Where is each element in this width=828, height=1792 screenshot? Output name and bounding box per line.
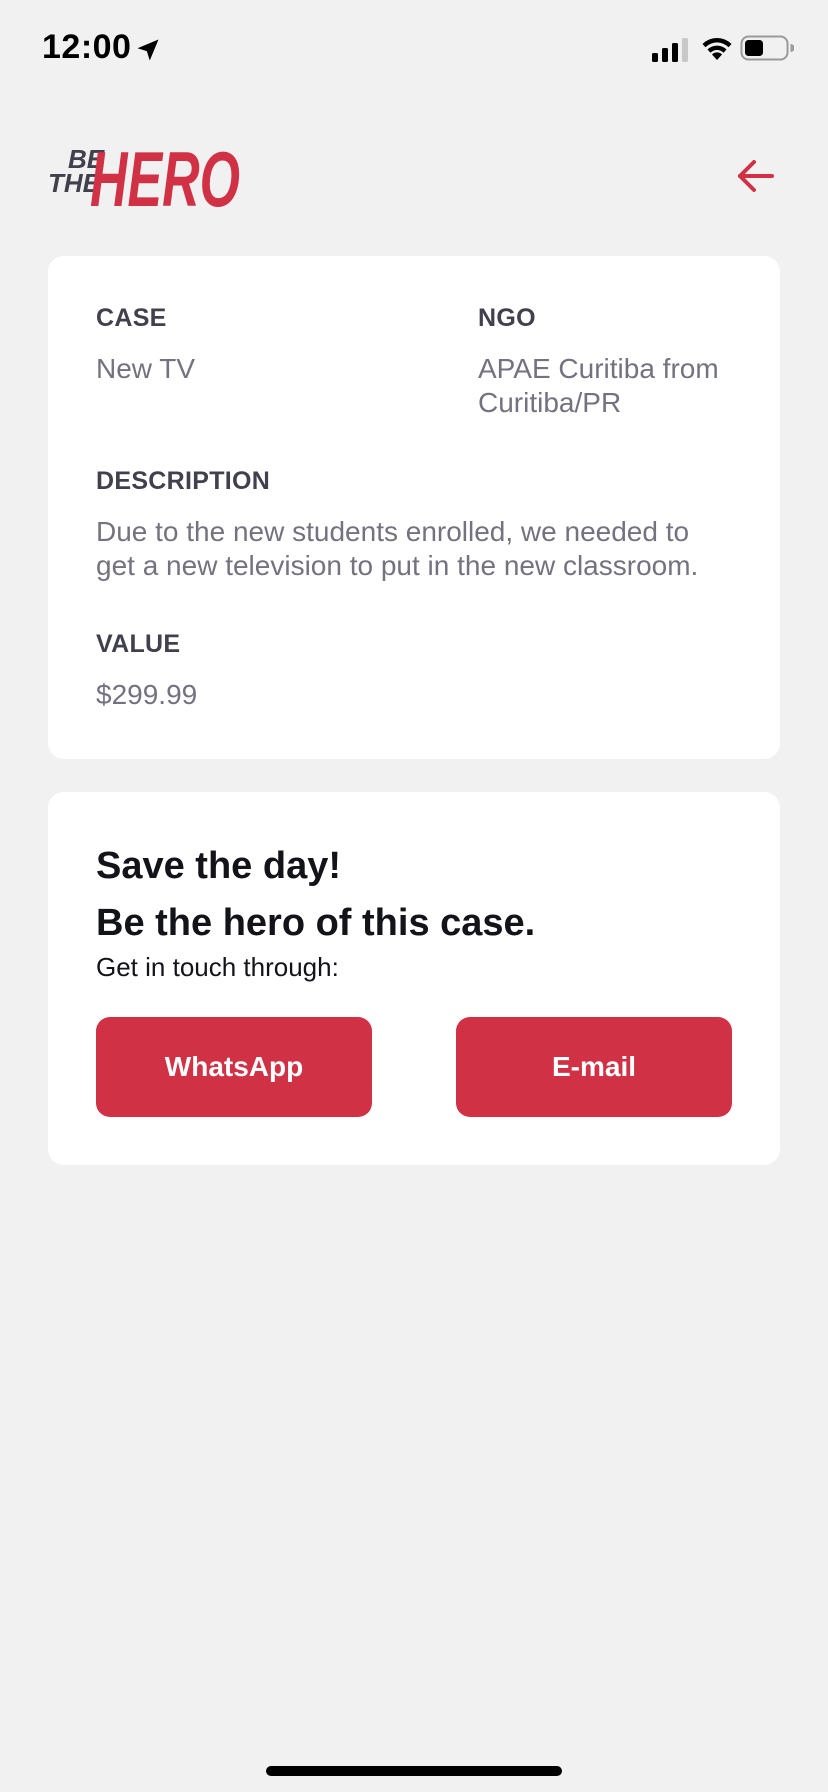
description-label: DESCRIPTION: [96, 467, 271, 495]
description-line1: Due to the new students enrolled, we nee…: [96, 516, 690, 547]
ngo-value-line2: Curitiba/PR: [478, 387, 622, 418]
status-bar: 12:00: [0, 0, 828, 100]
incident-card: CASE New TV NGO APAE Curitiba from Curit…: [48, 256, 780, 759]
description-line2: get a new television to put in the new c…: [96, 550, 699, 581]
contact-description: Get in touch through:: [96, 952, 339, 982]
contact-title-line1: Save the day!: [96, 845, 341, 887]
whatsapp-button[interactable]: WhatsApp: [96, 1017, 372, 1117]
ngo-value-line1: APAE Curitiba from: [478, 353, 719, 384]
case-label: CASE: [96, 304, 167, 332]
email-button[interactable]: E-mail: [456, 1017, 732, 1117]
value-label: VALUE: [96, 630, 181, 658]
status-time: 12:00: [42, 28, 132, 66]
logo-text-hero: HERO: [90, 135, 240, 218]
contact-title-line2: Be the hero of this case.: [96, 902, 536, 944]
whatsapp-button-label: WhatsApp: [164, 1051, 304, 1082]
email-button-label: E-mail: [551, 1051, 637, 1082]
value-amount: $299.99: [96, 679, 198, 710]
back-button[interactable]: [732, 152, 780, 200]
location-arrow-icon: [137, 39, 159, 61]
battery-icon: [740, 35, 794, 61]
wifi-icon: [702, 37, 732, 60]
contact-card: Save the day! Be the hero of this case. …: [48, 792, 780, 1165]
ngo-label: NGO: [478, 304, 536, 332]
case-value: New TV: [96, 353, 196, 384]
home-indicator: [266, 1766, 562, 1776]
be-the-hero-logo: BE THE HERO: [48, 135, 240, 218]
header: BE THE HERO: [48, 130, 780, 220]
cellular-signal-icon: [652, 38, 688, 62]
arrow-left-icon: [738, 160, 774, 192]
